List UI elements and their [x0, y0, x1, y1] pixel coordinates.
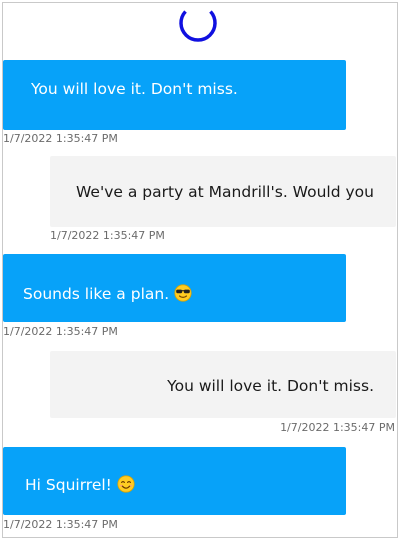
message-text: You will love it. Don't miss.: [31, 80, 238, 98]
message-timestamp: 1/7/2022 1:35:47 PM: [50, 229, 165, 242]
smiling-face-emoji: [117, 475, 135, 493]
message-bubble-incoming[interactable]: Hi Squirrel!: [3, 447, 346, 515]
message-timestamp: 1/7/2022 1:35:47 PM: [3, 132, 118, 145]
sunglasses-face-emoji: [174, 284, 192, 302]
message-timestamp: 1/7/2022 1:35:47 PM: [3, 518, 118, 531]
message-text: Sounds like a plan.: [23, 285, 170, 303]
message-timestamp: 1/7/2022 1:35:47 PM: [3, 325, 118, 338]
message-bubble-incoming[interactable]: You will love it. Don't miss.: [3, 60, 346, 130]
chat-view[interactable]: You will love it. Don't miss. 1/7/2022 1…: [2, 2, 398, 538]
message-bubble-outgoing[interactable]: We've a party at Mandrill's. Would you: [50, 156, 396, 227]
message-text: You will love it. Don't miss.: [167, 377, 374, 395]
message-text: Hi Squirrel!: [25, 476, 112, 494]
message-timestamp: 1/7/2022 1:35:47 PM: [280, 421, 395, 434]
message-text: We've a party at Mandrill's. Would you: [76, 183, 374, 201]
loading-spinner-icon: [179, 10, 217, 42]
message-bubble-outgoing[interactable]: You will love it. Don't miss.: [50, 351, 396, 418]
message-bubble-incoming[interactable]: Sounds like a plan.: [3, 254, 346, 322]
